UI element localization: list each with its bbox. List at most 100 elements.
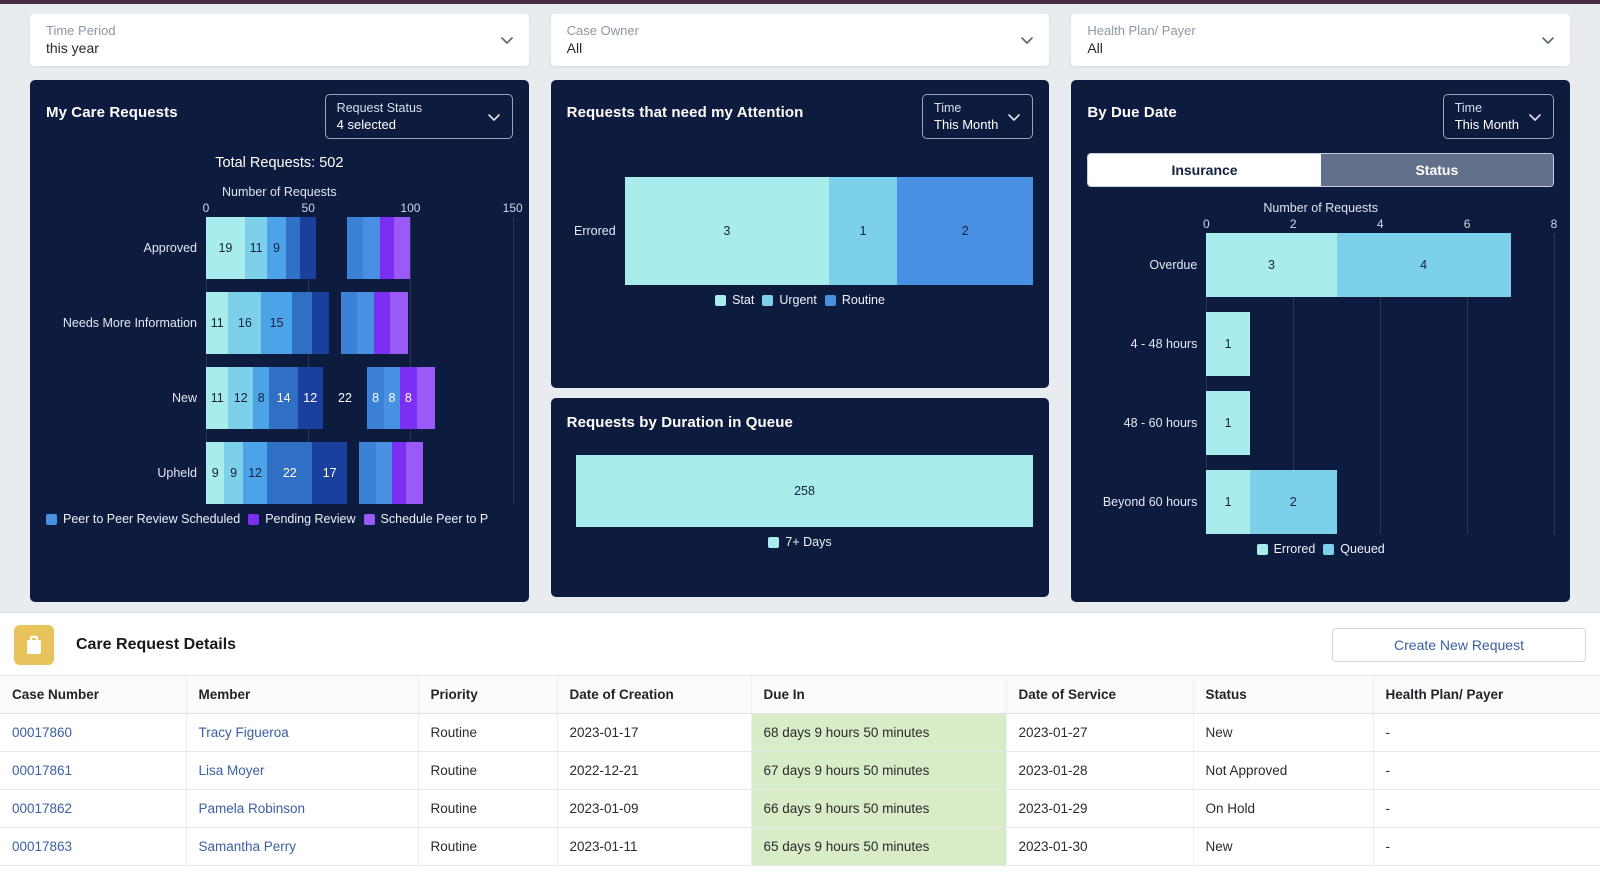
chart-bar-segment[interactable]: 11 xyxy=(244,217,268,279)
toggle-option-insurance[interactable]: Insurance xyxy=(1088,154,1321,186)
due-date-time-select[interactable]: Time This Month xyxy=(1442,94,1555,139)
chart-bar-segment[interactable]: 12 xyxy=(242,442,268,504)
chart-bar-segment[interactable]: 1 xyxy=(1206,391,1250,455)
chart-bar-segment[interactable]: 258 xyxy=(575,455,1034,527)
legend-item[interactable]: Errored xyxy=(1256,542,1315,556)
chart-bar-segment[interactable] xyxy=(375,442,392,504)
chart-bar-segment[interactable]: 8 xyxy=(383,367,401,429)
chart-bar-segment[interactable]: 11 xyxy=(206,367,229,429)
chart-bar-segment[interactable] xyxy=(394,217,411,279)
chart-bar-segment[interactable] xyxy=(347,217,364,279)
chart-bar-segment[interactable]: 22 xyxy=(267,442,313,504)
chart-bar-segment[interactable] xyxy=(357,292,374,354)
chevron-down-icon[interactable] xyxy=(1019,32,1035,48)
attention-time-select[interactable]: Time This Month xyxy=(922,94,1034,139)
table-cell-member[interactable]: Samantha Perry xyxy=(186,827,419,866)
table-cell-member[interactable]: Pamela Robinson xyxy=(186,789,419,828)
chart-bar-segment[interactable] xyxy=(359,442,376,504)
table-column-header[interactable]: Priority xyxy=(418,675,558,714)
chart-bar-segment[interactable]: 3 xyxy=(1206,233,1337,297)
chart-bar-segment[interactable]: 22 xyxy=(322,367,368,429)
table-cell-case-number[interactable]: 00017861 xyxy=(0,751,187,790)
chart-bar-segment[interactable] xyxy=(328,292,341,354)
chart-bar-segment[interactable]: 9 xyxy=(206,442,225,504)
legend-item[interactable]: Queued xyxy=(1323,542,1385,556)
chart-bar-segment[interactable]: 16 xyxy=(228,292,262,354)
table-column-header[interactable]: Health Plan/ Payer xyxy=(1373,675,1600,714)
global-filter-bar: Time Period this year Case Owner All Hea… xyxy=(0,4,1600,72)
chart-bar-segment[interactable]: 12 xyxy=(297,367,323,429)
chart-bar-segment[interactable]: 1 xyxy=(1206,470,1250,534)
table-cell-case-number[interactable]: 00017863 xyxy=(0,827,187,866)
chart-bar-segment[interactable] xyxy=(406,442,423,504)
chart-bar-segment[interactable] xyxy=(285,217,301,279)
legend-item[interactable]: Routine xyxy=(824,293,885,307)
chart-bar-segment[interactable] xyxy=(347,442,360,504)
legend-item[interactable]: Schedule Peer to P xyxy=(363,512,488,526)
table-column-header[interactable]: Member xyxy=(186,675,419,714)
chart-category-label: Needs More Information xyxy=(62,316,197,330)
chart-bar-segment[interactable] xyxy=(312,292,329,354)
chart-bar-segment[interactable]: 12 xyxy=(228,367,254,429)
table-cell-member[interactable]: Tracy Figueroa xyxy=(186,713,419,752)
chart-bar-segment[interactable]: 11 xyxy=(206,292,229,354)
chart-bar-segment[interactable] xyxy=(363,217,380,279)
chevron-down-icon[interactable] xyxy=(1006,109,1022,125)
chart-duration-in-queue: 258 xyxy=(567,455,1034,527)
chart-bar-segment[interactable] xyxy=(391,442,407,504)
chart-bar-segment[interactable]: 1 xyxy=(829,177,898,285)
table-column-header[interactable]: Due In xyxy=(751,675,1007,714)
chart-bar-segment[interactable]: 8 xyxy=(400,367,417,429)
table-row[interactable]: 00017860 Tracy Figueroa Routine 2023-01-17 6… xyxy=(0,713,1600,752)
chart-bar-segment[interactable] xyxy=(416,367,435,429)
legend-item[interactable]: Urgent xyxy=(762,293,817,307)
table-column-header[interactable]: Status xyxy=(1193,675,1374,714)
table-cell-date-of-service: 2023-01-28 xyxy=(1006,751,1194,790)
legend-item[interactable]: Stat xyxy=(715,293,754,307)
table-row[interactable]: 00017862 Pamela Robinson Routine 2023-01-09… xyxy=(0,789,1600,828)
chevron-down-icon[interactable] xyxy=(486,109,502,125)
chevron-down-icon[interactable] xyxy=(499,32,515,48)
chart-bar-segment[interactable]: 2 xyxy=(897,177,1034,285)
chart-bar-segment[interactable] xyxy=(340,292,358,354)
due-date-view-toggle[interactable]: Insurance Status xyxy=(1087,153,1555,187)
table-cell-member[interactable]: Lisa Moyer xyxy=(186,751,419,790)
table-row[interactable]: 00017863 Samantha Perry Routine 2023-01-11 6… xyxy=(0,827,1600,866)
chart-bar-segment[interactable] xyxy=(389,292,409,354)
toggle-option-status[interactable]: Status xyxy=(1320,154,1554,186)
chart-bar-segment[interactable]: 4 xyxy=(1336,233,1511,297)
create-new-request-button[interactable]: Create New Request xyxy=(1332,628,1586,662)
chart-bar-segment[interactable]: 15 xyxy=(261,292,292,354)
chart-bar-segment[interactable]: 14 xyxy=(269,367,298,429)
table-column-header[interactable]: Date of Service xyxy=(1006,675,1194,714)
chart-bar-segment[interactable]: 3 xyxy=(624,177,829,285)
table-column-header[interactable]: Date of Creation xyxy=(557,675,752,714)
chart-bar-segment[interactable]: 2 xyxy=(1249,470,1337,534)
legend-item[interactable]: 7+ Days xyxy=(768,535,832,549)
axis-tick: 50 xyxy=(301,201,315,215)
chevron-down-icon[interactable] xyxy=(1540,32,1556,48)
table-cell-case-number[interactable]: 00017860 xyxy=(0,713,187,752)
filter-health-plan-payer[interactable]: Health Plan/ Payer All xyxy=(1071,14,1571,66)
request-status-select[interactable]: Request Status 4 selected xyxy=(324,94,513,139)
table-row[interactable]: 00017861 Lisa Moyer Routine 2022-12-21 67 da… xyxy=(0,751,1600,790)
chart-bar-segment[interactable] xyxy=(291,292,313,354)
table-column-header[interactable]: Case Number xyxy=(0,675,187,714)
table-cell-case-number[interactable]: 00017862 xyxy=(0,789,187,828)
chart-bar-segment[interactable]: 9 xyxy=(224,442,243,504)
chart-bar-segment[interactable]: 19 xyxy=(206,217,245,279)
chart-bar-segment[interactable]: 8 xyxy=(253,367,270,429)
chart-bar-segment[interactable]: 17 xyxy=(312,442,348,504)
legend-item[interactable]: Peer to Peer Review Scheduled xyxy=(46,512,240,526)
filter-case-owner[interactable]: Case Owner All xyxy=(550,14,1050,66)
chart-bar-segment[interactable]: 1 xyxy=(1206,312,1250,376)
legend-item[interactable]: Pending Review xyxy=(248,512,356,526)
chart-bar-segment[interactable]: 8 xyxy=(367,367,384,429)
chart-bar-segment[interactable]: 9 xyxy=(267,217,286,279)
chart-bar-segment[interactable] xyxy=(316,217,348,279)
chevron-down-icon[interactable] xyxy=(1527,109,1543,125)
filter-time-period[interactable]: Time Period this year xyxy=(30,14,529,66)
chart-bar-segment[interactable] xyxy=(373,292,390,354)
chart-bar-segment[interactable] xyxy=(300,217,317,279)
chart-bar-segment[interactable] xyxy=(379,217,394,279)
